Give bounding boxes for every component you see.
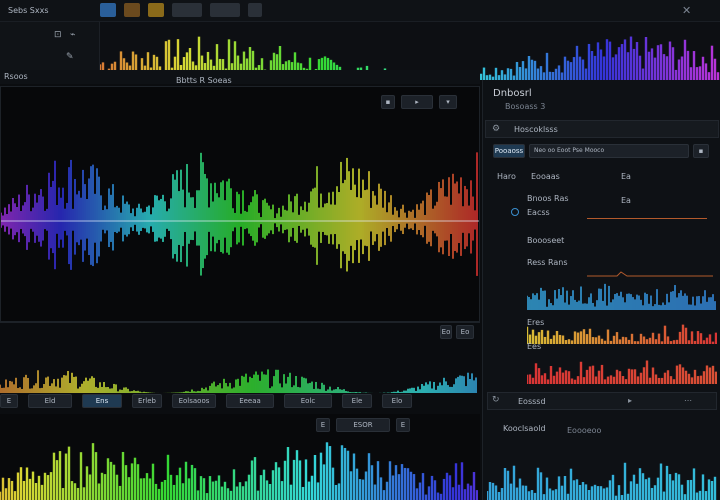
waveform-editor[interactable]: ▪ ▸ ▾ — [0, 86, 480, 322]
editor-toolbar: ▪ ▸ ▾ — [381, 95, 457, 109]
row-label: Haro — [497, 172, 516, 181]
row-label: Boooseet — [527, 236, 565, 245]
mini-chart-2 — [527, 324, 717, 344]
lower-spectrum — [0, 369, 477, 393]
link-icon[interactable]: ⌁ — [70, 30, 75, 40]
fit-button[interactable]: ▸ — [401, 95, 433, 109]
editor-title: Bbtts R Soeas — [176, 76, 232, 85]
zoom-button[interactable]: ▪ — [381, 95, 395, 109]
tab-2[interactable]: Ens — [82, 394, 122, 408]
bottom-panel[interactable]: E ESOR E — [0, 414, 480, 500]
line-meter — [587, 218, 707, 219]
tab-1[interactable]: Eld — [28, 394, 72, 408]
tool-button-6[interactable] — [248, 3, 262, 17]
row-label: Bnoos Ras — [527, 194, 569, 203]
bottom-spectrum — [0, 442, 478, 500]
lock-icon[interactable]: ⊡ — [54, 30, 62, 40]
tool-button-4[interactable] — [172, 3, 202, 17]
search-tab[interactable]: Pooaoss — [493, 144, 525, 158]
mute-icon[interactable]: ✎ — [66, 52, 74, 62]
options-button[interactable]: ▾ — [439, 95, 457, 109]
footer-row: ↻ Eosssd ▸ ⋯ — [487, 392, 717, 410]
toolbar — [100, 3, 262, 17]
header-title: Dnbosrl — [493, 88, 532, 99]
bottom-section: Kooclsaold Eoooeoo — [487, 420, 717, 500]
tab-0[interactable]: E — [0, 394, 18, 408]
tool-button-3[interactable] — [148, 3, 164, 17]
search-row: Pooaoss Neo oo Eoot Pse Mooco ▪ — [493, 144, 713, 162]
footer-label: Eosssd — [518, 397, 546, 406]
bottom-title: Kooclsaold — [503, 424, 546, 433]
settings-icon[interactable]: ⚙ — [492, 124, 500, 134]
tab-6[interactable]: Eolc — [284, 394, 332, 408]
search-input[interactable]: Neo oo Eoot Pse Mooco — [529, 144, 689, 158]
app-title: Sebs Sxxs — [8, 6, 49, 15]
tool-button-5[interactable] — [210, 3, 240, 17]
refresh-icon[interactable]: ↻ — [492, 395, 500, 405]
bottom-sub: Eoooeoo — [567, 426, 602, 435]
more-icon[interactable]: ⋯ — [684, 396, 692, 405]
panel-title: Hoscoklsss — [514, 125, 558, 134]
tool-button-1[interactable] — [100, 3, 116, 17]
mini-chart-3 — [527, 360, 717, 384]
row-meter — [587, 271, 713, 277]
lower-tabs: E Eld Ens Erleb Eolsaoos Eeeaa Eolc Ele … — [0, 394, 480, 412]
main-waveform — [1, 152, 479, 276]
tab-3[interactable]: Erleb — [132, 394, 162, 408]
row-sub: Eooaas — [531, 172, 560, 181]
track-label: Rsoos — [4, 72, 28, 81]
row-sub: Ress Rans — [527, 258, 568, 267]
tab-5[interactable]: Eeeaa — [226, 394, 274, 408]
top-bar: Sebs Sxxs ✕ — [0, 0, 720, 22]
track-label-bar: Rsoos Bbtts R Soeas — [0, 70, 480, 85]
tab-7[interactable]: Ele — [342, 394, 372, 408]
row-value: Ea — [621, 172, 631, 181]
tab-4[interactable]: Eolsaoos — [172, 394, 216, 408]
next-icon[interactable]: ▸ — [628, 396, 632, 405]
right-panel: Dnbosrl Bosoass 3 ⚙ Hoscoklsss Pooaoss N… — [482, 80, 720, 500]
panel-header: ⚙ Hoscoklsss — [485, 120, 719, 138]
param-row-0[interactable]: Haro Eooaas Ea — [493, 172, 713, 190]
param-row-2[interactable]: Boooseet Ress Rans — [493, 232, 713, 277]
close-icon[interactable]: ✕ — [682, 4, 696, 18]
mini-chart-1 — [527, 283, 716, 310]
right-bottom-spectrum — [487, 462, 717, 500]
spectrum-panel[interactable]: Eo Eo — [0, 322, 480, 393]
row-sub: Eacss — [527, 208, 550, 217]
header-subtitle: Bosoass 3 — [505, 102, 546, 111]
tab-8[interactable]: Elo — [382, 394, 412, 408]
tool-button-2[interactable] — [124, 3, 140, 17]
param-row-1[interactable]: Bnoos Ras Eacss Ea — [493, 190, 713, 222]
search-button[interactable]: ▪ — [693, 144, 709, 158]
row-value: Ea — [621, 196, 631, 205]
knob-icon[interactable] — [511, 208, 519, 216]
